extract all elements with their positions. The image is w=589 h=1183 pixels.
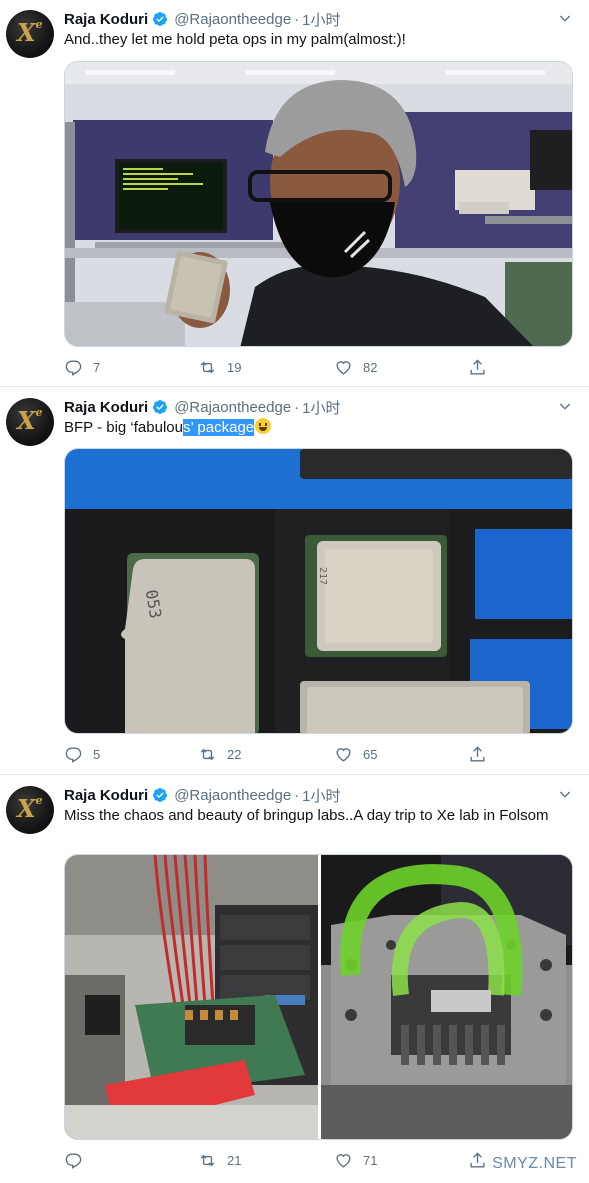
tweet-actions: 5 22 65 xyxy=(64,744,494,764)
avatar-logo: Xe xyxy=(17,18,43,47)
tweet-header: Raja Koduri @Rajaontheedge · 1小时 xyxy=(64,785,341,805)
tweet-photo-packages[interactable]: 217 053 xyxy=(64,448,573,734)
share-button[interactable] xyxy=(468,745,497,764)
author-handle[interactable]: @Rajaontheedge xyxy=(174,787,291,804)
retweet-count: 21 xyxy=(227,1152,242,1168)
tweet-text-plain: BFP - big ‘fabulou xyxy=(64,419,183,436)
author-name[interactable]: Raja Koduri xyxy=(64,399,148,416)
timestamp[interactable]: 1小时 xyxy=(302,397,340,418)
reply-icon xyxy=(65,1152,82,1169)
tweet-actions: 7 19 82 xyxy=(64,357,494,377)
tweet-1[interactable]: Xe Raja Koduri @Rajaontheedge · 1小时 And.… xyxy=(0,0,589,387)
retweet-icon xyxy=(200,748,215,760)
chevron-down-icon[interactable] xyxy=(557,786,573,802)
like-count: 71 xyxy=(363,1152,378,1168)
share-button[interactable] xyxy=(468,358,497,377)
watermark: SMYZ.NET xyxy=(492,1155,577,1172)
chevron-down-icon[interactable] xyxy=(557,10,573,26)
reply-count: 5 xyxy=(93,746,101,762)
tweet-text-selected: s’ package xyxy=(182,419,255,436)
avatar-logo: Xe xyxy=(17,794,43,823)
verified-badge-icon xyxy=(153,788,168,802)
verified-badge-icon xyxy=(153,12,168,26)
reply-icon xyxy=(65,359,82,376)
retweet-button[interactable]: 19 xyxy=(198,358,241,377)
heart-icon xyxy=(336,1153,351,1168)
tweet-header: Raja Koduri @Rajaontheedge · 1小时 xyxy=(64,9,341,29)
heart-icon xyxy=(336,360,351,375)
share-icon xyxy=(470,745,485,762)
timestamp[interactable]: 1小时 xyxy=(302,785,340,806)
tweet-actions: 21 71 xyxy=(64,1150,494,1170)
avatar[interactable]: Xe xyxy=(6,398,54,446)
verified-badge-icon xyxy=(153,400,168,414)
reply-button[interactable] xyxy=(64,1151,93,1170)
tweet-photo-gallery xyxy=(64,854,573,1140)
reply-icon xyxy=(65,746,82,763)
lab-photo-image xyxy=(65,62,572,346)
like-button[interactable]: 82 xyxy=(334,358,377,377)
like-count: 82 xyxy=(363,359,378,375)
separator-dot: · xyxy=(294,786,300,804)
avatar[interactable]: Xe xyxy=(6,10,54,58)
xe-lab-cooling-photo-image[interactable] xyxy=(321,855,573,1140)
svg-text:217: 217 xyxy=(317,567,328,585)
share-icon xyxy=(470,358,485,375)
reply-button[interactable]: 5 xyxy=(64,745,100,764)
author-name[interactable]: Raja Koduri xyxy=(64,787,148,804)
tweet-header: Raja Koduri @Rajaontheedge · 1小时 xyxy=(64,397,341,417)
tweet-text: Miss the chaos and beauty of bringup lab… xyxy=(64,807,549,824)
tweet-2[interactable]: Xe Raja Koduri @Rajaontheedge · 1小时 BFP … xyxy=(0,388,589,775)
author-handle[interactable]: @Rajaontheedge xyxy=(174,11,291,28)
separator-dot: · xyxy=(294,10,300,28)
tweet-text: And..they let me hold peta ops in my pal… xyxy=(64,31,406,48)
tweet-text: BFP - big ‘fabulous’ package xyxy=(64,418,564,438)
like-count: 65 xyxy=(363,746,378,762)
author-name[interactable]: Raja Koduri xyxy=(64,11,148,28)
tweet-3[interactable]: Xe Raja Koduri @Rajaontheedge · 1小时 Miss… xyxy=(0,776,589,1183)
reply-button[interactable]: 7 xyxy=(64,358,100,377)
reply-count: 7 xyxy=(93,359,101,375)
retweet-count: 22 xyxy=(227,746,242,762)
author-handle[interactable]: @Rajaontheedge xyxy=(174,399,291,416)
avatar[interactable]: Xe xyxy=(6,786,54,834)
grinning-face-emoji-icon xyxy=(255,418,272,434)
retweet-count: 19 xyxy=(227,359,242,375)
like-button[interactable]: 65 xyxy=(334,745,377,764)
package-photo-image: 217 053 xyxy=(65,449,572,733)
retweet-icon xyxy=(200,361,215,373)
timestamp[interactable]: 1小时 xyxy=(302,9,340,30)
like-button[interactable]: 71 xyxy=(334,1151,377,1170)
chevron-down-icon[interactable] xyxy=(557,398,573,414)
retweet-button[interactable]: 22 xyxy=(198,745,241,764)
avatar-logo: Xe xyxy=(17,406,43,435)
heart-icon xyxy=(336,747,351,762)
retweet-icon xyxy=(200,1154,215,1166)
separator-dot: · xyxy=(294,398,300,416)
tweet-photo-lab[interactable] xyxy=(64,61,573,347)
retweet-button[interactable]: 21 xyxy=(198,1151,241,1170)
share-icon xyxy=(470,1151,485,1168)
bringup-lab-photo-image[interactable] xyxy=(65,855,318,1140)
